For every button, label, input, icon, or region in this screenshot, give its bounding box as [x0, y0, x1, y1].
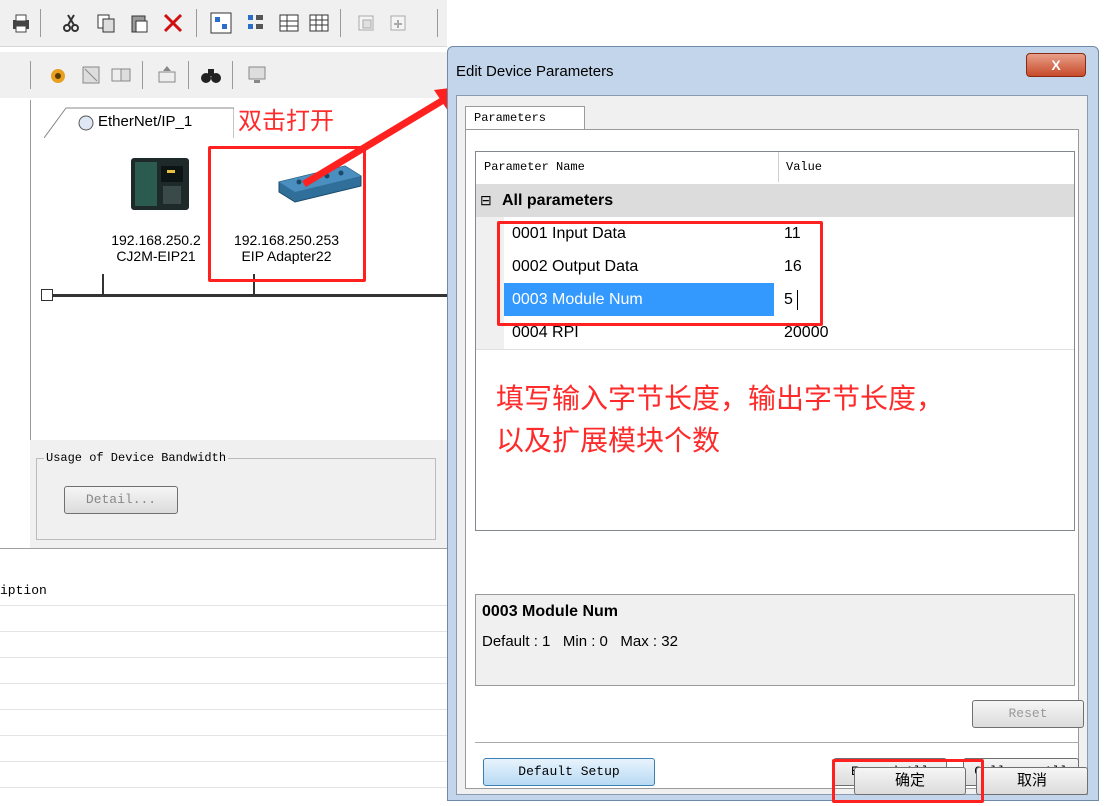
group-row[interactable]: ⊟ All parameters	[476, 184, 1074, 217]
column-header-name[interactable]: Parameter Name	[484, 152, 585, 182]
toolbar-separator	[340, 9, 341, 37]
download-icon[interactable]	[388, 12, 410, 34]
tab-ethernet-ip-1[interactable]: EtherNet/IP_1	[44, 104, 234, 138]
toolbar-separator	[142, 61, 143, 89]
description-panel: iption	[0, 548, 447, 806]
parameter-grid: Parameter Name Value ⊟ All parameters 00…	[475, 151, 1075, 531]
detail-button[interactable]: Detail...	[64, 486, 178, 514]
parameter-description: 0003 Module Num Default : 1 Min : 0 Max …	[475, 594, 1075, 686]
divider	[475, 742, 1079, 743]
group-label: All parameters	[502, 192, 614, 209]
print-icon[interactable]	[10, 12, 32, 34]
network-tab-label: EtherNet/IP_1	[98, 113, 193, 130]
copy-icon[interactable]	[95, 12, 117, 34]
upload-icon[interactable]	[356, 12, 378, 34]
table-view-icon[interactable]	[278, 12, 300, 34]
toolbar-separator	[188, 61, 189, 89]
grid-line	[0, 657, 447, 658]
disconnect-icon[interactable]	[80, 64, 102, 86]
default-setup-button[interactable]: Default Setup	[483, 758, 655, 786]
delete-icon[interactable]	[162, 12, 184, 34]
grid-line	[0, 605, 447, 606]
network-line-end	[41, 289, 53, 301]
annotation-box-parameters	[497, 221, 823, 326]
bandwidth-group-label: Usage of Device Bandwidth	[44, 451, 229, 465]
connect-icon[interactable]	[48, 64, 70, 86]
toolbar-separator	[40, 9, 41, 37]
dialog-title: Edit Device Parameters	[456, 63, 614, 80]
annotation-line-2: 以及扩展模块个数	[496, 425, 721, 456]
grid-line	[0, 631, 447, 632]
toolbar-separator	[437, 9, 438, 37]
grid-line	[0, 683, 447, 684]
description-header: iption	[0, 583, 47, 598]
detail-view-icon[interactable]	[308, 12, 330, 34]
cut-icon[interactable]	[60, 12, 82, 34]
column-divider[interactable]	[778, 152, 779, 182]
network-line	[45, 294, 448, 297]
toolbar-separator	[196, 9, 197, 37]
network-icon	[78, 115, 94, 131]
toolbar-separator	[30, 61, 31, 89]
reset-button[interactable]: Reset	[972, 700, 1084, 728]
grid-line	[0, 709, 447, 710]
toolbar-separator	[232, 61, 233, 89]
icon-view-icon[interactable]	[210, 12, 232, 34]
paste-icon[interactable]	[128, 12, 150, 34]
bandwidth-panel: Usage of Device Bandwidth Detail...	[30, 440, 447, 548]
main-toolbar	[0, 0, 447, 47]
column-header-value[interactable]: Value	[786, 152, 822, 182]
annotation-instruction: 填写输入字节长度，输出字节长度， 以及扩展模块个数	[496, 378, 944, 462]
compare-icon[interactable]	[110, 64, 132, 86]
monitor-icon[interactable]	[246, 64, 268, 86]
plc-device-icon[interactable]	[129, 152, 191, 214]
description-info: Default : 1 Min : 0 Max : 32	[482, 633, 678, 650]
close-button[interactable]: X	[1026, 53, 1086, 77]
annotation-box-ok	[832, 759, 984, 803]
tab-parameters[interactable]: Parameters	[465, 106, 585, 130]
grid-line	[0, 787, 447, 788]
row-divider	[476, 349, 1074, 350]
binoculars-icon[interactable]	[200, 64, 222, 86]
cancel-button[interactable]: 取消	[976, 767, 1088, 795]
device-connector	[102, 274, 104, 294]
transfer-icon[interactable]	[156, 64, 178, 86]
grid-line	[0, 735, 447, 736]
annotation-arrow	[302, 86, 466, 187]
annotation-line-1: 填写输入字节长度，输出字节长度，	[496, 383, 945, 414]
list-view-icon[interactable]	[245, 12, 267, 34]
description-title: 0003 Module Num	[482, 603, 619, 620]
collapse-toggle-icon[interactable]: ⊟	[480, 184, 492, 217]
grid-line	[0, 761, 447, 762]
